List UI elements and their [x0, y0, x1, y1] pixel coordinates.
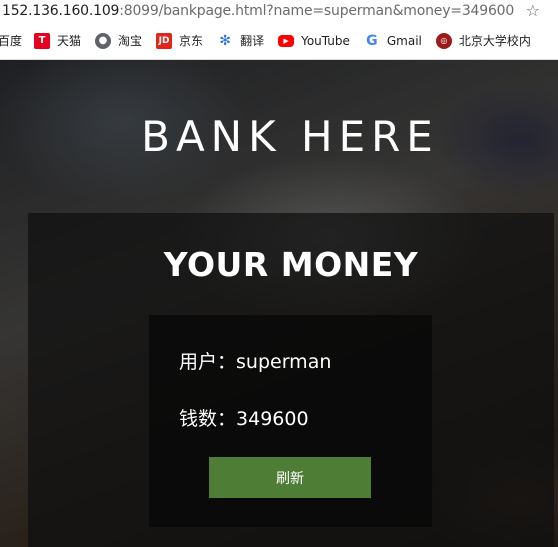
address-bar[interactable]: 152.136.160.109:8099/bankpage.html?name=… — [0, 0, 558, 22]
bookmark-label: 淘宝 — [118, 34, 143, 48]
bank-page: BANK HERE YOUR MONEY 用户：superman 钱数：3496… — [0, 60, 558, 547]
user-row: 用户：superman — [179, 347, 331, 374]
url-host: 152.136.160.109 — [2, 3, 120, 19]
tmall-icon: T — [34, 32, 51, 49]
baidu-paw-icon: ✻ — [219, 32, 231, 49]
bookmark-label: 百度 — [0, 34, 23, 48]
bookmark-label: 北京大学校内 — [458, 34, 531, 48]
bookmark-gmail[interactable]: G Gmail — [364, 33, 422, 49]
user-value: superman — [236, 351, 332, 373]
google-icon: G — [366, 32, 378, 49]
star-icon[interactable]: ☆ — [526, 1, 540, 20]
bookmark-label: Gmail — [386, 33, 422, 48]
bookmarks-bar: 百度 T 天猫 ● 淘宝 JD 京东 ✻ 翻译 ▶ YouTube G Gmai… — [0, 22, 558, 60]
bookmark-pku[interactable]: ◎ 北京大学校内 — [435, 32, 531, 49]
bookmark-tmall[interactable]: T 天猫 — [34, 32, 81, 49]
bookmark-translate[interactable]: ✻ 翻译 — [217, 32, 264, 49]
panel-title: YOUR MONEY — [163, 245, 419, 284]
bookmark-label: YouTube — [301, 33, 350, 48]
bookmark-label: 京东 — [179, 34, 204, 48]
user-label: 用户： — [179, 351, 237, 373]
money-label: 钱数： — [179, 408, 237, 430]
jd-icon: JD — [156, 32, 173, 49]
pku-icon: ◎ — [435, 32, 452, 49]
bookmark-label: 翻译 — [240, 34, 265, 48]
taobao-globe-icon: ● — [95, 32, 112, 49]
money-row: 钱数：349600 — [179, 404, 309, 431]
money-value: 349600 — [236, 408, 309, 430]
money-panel: YOUR MONEY 用户：superman 钱数：349600 刷新 — [28, 213, 554, 547]
account-card: 用户：superman 钱数：349600 刷新 — [149, 315, 432, 527]
bookmark-baidu[interactable]: 百度 — [0, 32, 22, 49]
bookmark-taobao[interactable]: ● 淘宝 — [95, 32, 142, 49]
bookmark-youtube[interactable]: ▶ YouTube — [278, 34, 350, 48]
url-text[interactable]: 152.136.160.109:8099/bankpage.html?name=… — [0, 3, 514, 19]
bookmark-label: 天猫 — [57, 34, 82, 48]
bookmark-jd[interactable]: JD 京东 — [156, 32, 203, 49]
site-title: BANK HERE — [141, 112, 439, 161]
refresh-button[interactable]: 刷新 — [209, 457, 371, 498]
url-path: :8099/bankpage.html?name=superman&money=… — [119, 3, 515, 19]
youtube-icon: ▶ — [278, 34, 295, 47]
